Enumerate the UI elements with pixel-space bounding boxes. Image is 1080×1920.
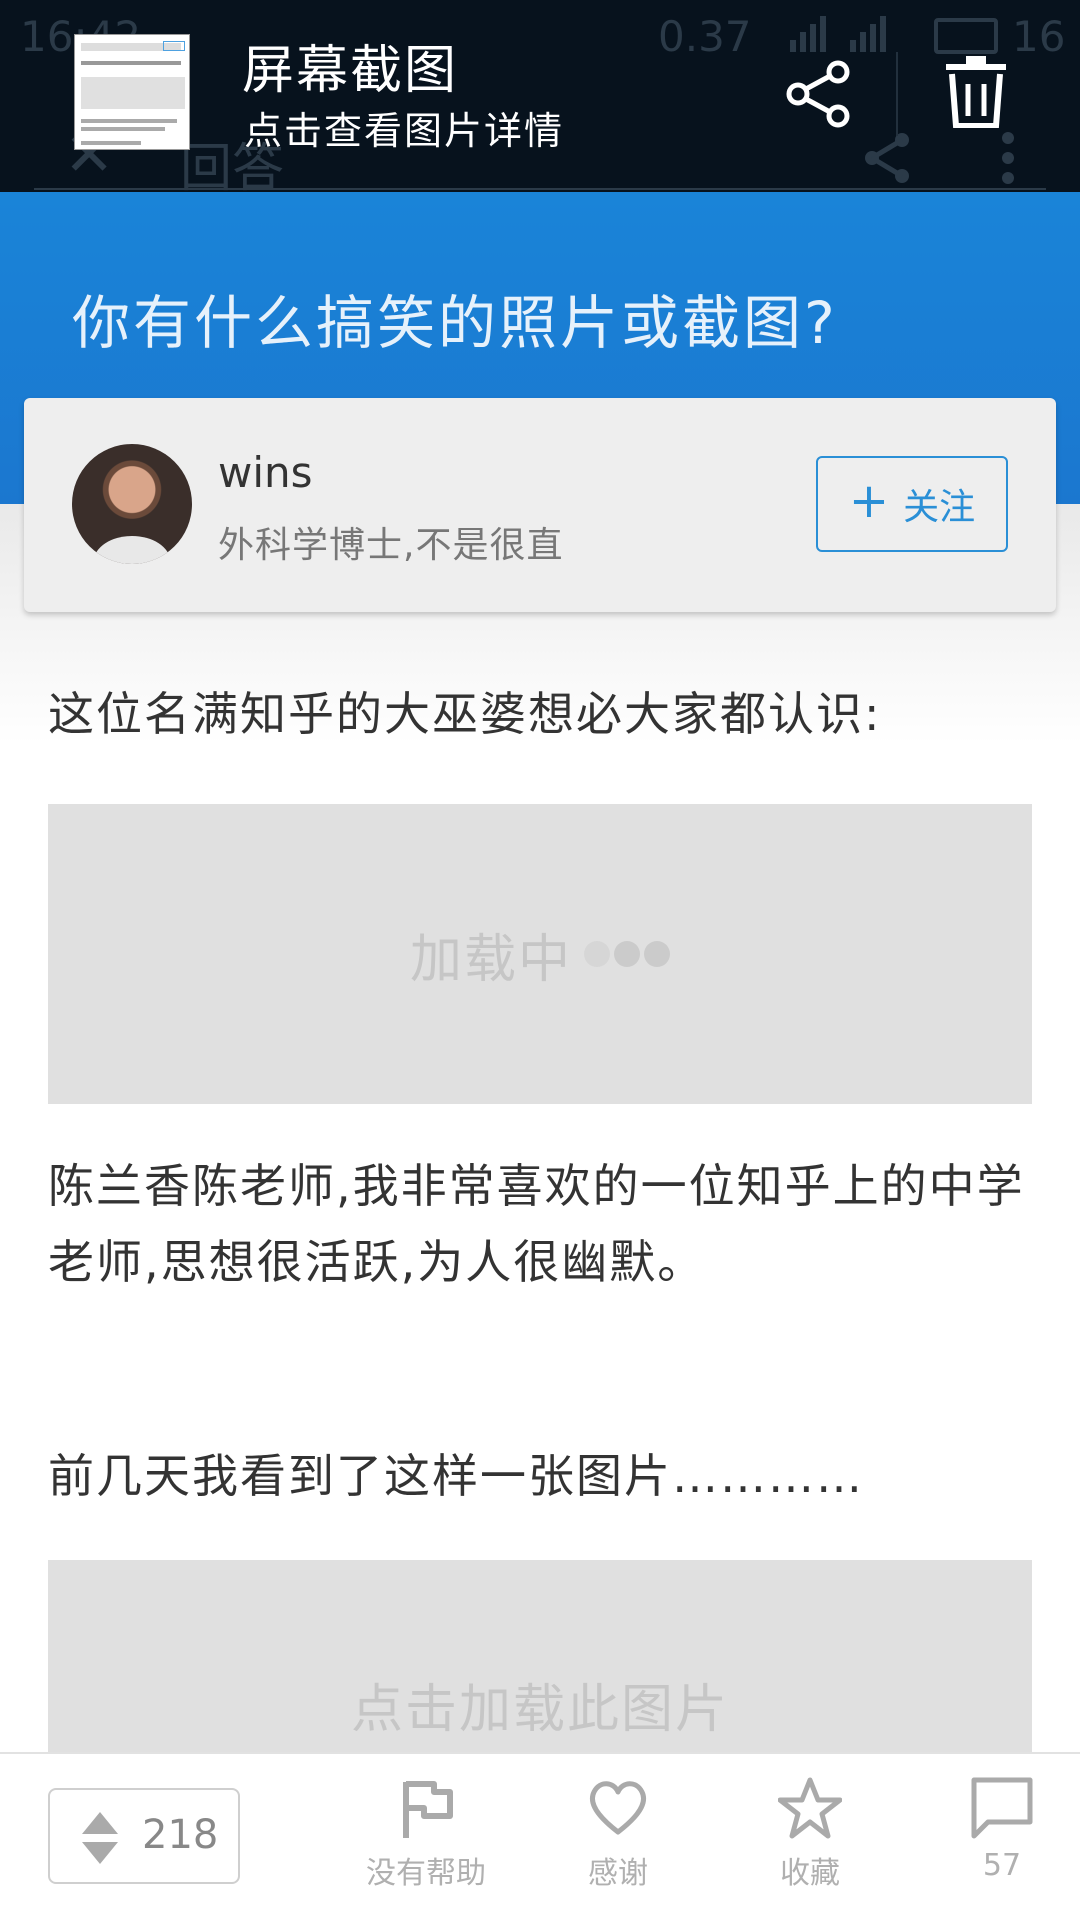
signal-icon bbox=[790, 12, 900, 62]
question-title[interactable]: 你有什么搞笑的照片或截图? bbox=[72, 276, 838, 360]
thumb-decor bbox=[81, 127, 165, 131]
author-name[interactable]: wins bbox=[218, 448, 313, 497]
vote-count: 218 bbox=[142, 1812, 219, 1858]
image-placeholder-tap-to-load[interactable]: 点击加载此图片 bbox=[48, 1560, 1032, 1760]
thumb-decor bbox=[81, 61, 181, 65]
thumb-decor bbox=[81, 119, 177, 123]
battery-level: 16 bbox=[1012, 12, 1066, 61]
thanks-button[interactable]: 感谢 bbox=[548, 1776, 688, 1892]
vote-arrows-icon bbox=[82, 1812, 118, 1864]
author-card[interactable]: wins 外科学博士,不是很直 + 关注 bbox=[24, 398, 1056, 612]
image-placeholder-loading[interactable]: 加载中 bbox=[48, 804, 1032, 1104]
screenshot-thumbnail[interactable] bbox=[74, 34, 190, 150]
thumb-decor bbox=[163, 41, 185, 51]
follow-label: 关注 bbox=[903, 487, 976, 528]
star-icon bbox=[778, 1777, 842, 1839]
avatar[interactable] bbox=[72, 444, 192, 564]
collect-label: 收藏 bbox=[780, 1856, 840, 1891]
answer-paragraph: 这位名满知乎的大巫婆想必大家都认识: bbox=[48, 687, 882, 741]
bottom-action-bar: 218 没有帮助 感谢 收藏 57 bbox=[0, 1752, 1080, 1920]
loading-label: 加载中 bbox=[409, 929, 572, 990]
screenshot-notification[interactable]: 16:42 0.37 16 ✕ 回答 bbox=[0, 0, 1080, 192]
flag-icon bbox=[403, 1781, 453, 1838]
answer-paragraph: 陈兰香陈老师,我非常喜欢的一位知乎上的中学老师,思想很活跃,为人很幽默。 bbox=[48, 1159, 1025, 1289]
comment-icon bbox=[971, 1777, 1033, 1839]
follow-button[interactable]: + 关注 bbox=[816, 456, 1008, 552]
loading-dots-icon bbox=[584, 941, 670, 967]
collect-button[interactable]: 收藏 bbox=[740, 1776, 880, 1892]
comments-button[interactable]: 57 bbox=[932, 1776, 1072, 1883]
battery-icon bbox=[934, 18, 998, 54]
share-icon[interactable] bbox=[784, 58, 856, 130]
trash-icon[interactable] bbox=[944, 56, 1008, 129]
answer-paragraph: 前几天我看到了这样一张图片………… bbox=[48, 1449, 864, 1503]
heart-icon bbox=[589, 1781, 647, 1835]
network-speed: 0.37 bbox=[658, 12, 752, 61]
toolbar-divider bbox=[34, 188, 1046, 190]
tap-to-load-label: 点击加载此图片 bbox=[350, 1680, 729, 1740]
more-icon[interactable] bbox=[1000, 130, 1016, 190]
author-bio: 外科学博士,不是很直 bbox=[218, 525, 564, 566]
thumb-decor bbox=[81, 77, 185, 109]
comment-count: 57 bbox=[982, 1848, 1022, 1883]
thumb-decor bbox=[81, 141, 141, 145]
thanks-label: 感谢 bbox=[588, 1856, 648, 1891]
not-helpful-button[interactable]: 没有帮助 bbox=[356, 1776, 496, 1892]
notification-divider bbox=[896, 52, 898, 136]
notification-title: 屏幕截图 bbox=[242, 41, 459, 101]
not-helpful-label: 没有帮助 bbox=[366, 1856, 486, 1891]
share-icon[interactable] bbox=[860, 130, 916, 190]
plus-icon: + bbox=[848, 473, 890, 529]
notification-subtitle[interactable]: 点击查看图片详情 bbox=[244, 100, 564, 155]
vote-button[interactable]: 218 bbox=[48, 1788, 240, 1884]
